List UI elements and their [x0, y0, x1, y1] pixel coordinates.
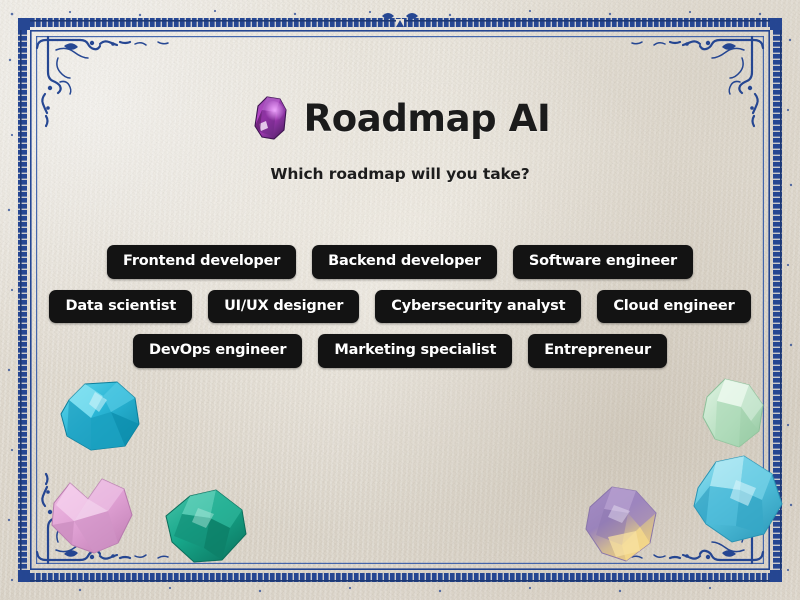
roadmap-ai-page: Roadmap AI Which roadmap will you take? … [0, 0, 800, 600]
option-devops-engineer[interactable]: DevOps engineer [133, 334, 303, 369]
option-software-engineer[interactable]: Software engineer [512, 245, 693, 279]
title-row: Roadmap AI [250, 92, 551, 144]
option-row-1: Frontend developer Backend developer Sof… [107, 245, 693, 279]
page-title: Roadmap AI [303, 96, 551, 140]
option-cloud-engineer[interactable]: Cloud engineer [597, 289, 751, 324]
option-entrepreneur[interactable]: Entrepreneur [528, 334, 667, 369]
page-subtitle: Which roadmap will you take? [270, 165, 530, 183]
amethyst-gem-icon [254, 96, 287, 140]
main-content: Roadmap AI Which roadmap will you take? … [0, 0, 800, 600]
option-ui-ux-designer[interactable]: UI/UX designer [208, 289, 360, 324]
roadmap-options: Frontend developer Backend developer Sof… [49, 245, 751, 369]
option-frontend-developer[interactable]: Frontend developer [107, 245, 297, 279]
option-marketing-specialist[interactable]: Marketing specialist [318, 334, 513, 369]
option-backend-developer[interactable]: Backend developer [312, 245, 497, 279]
option-cybersecurity-analyst[interactable]: Cybersecurity analyst [375, 289, 582, 324]
option-data-scientist[interactable]: Data scientist [49, 289, 193, 324]
option-row-3: DevOps engineer Marketing specialist Ent… [133, 334, 667, 369]
option-row-2: Data scientist UI/UX designer Cybersecur… [49, 289, 751, 324]
